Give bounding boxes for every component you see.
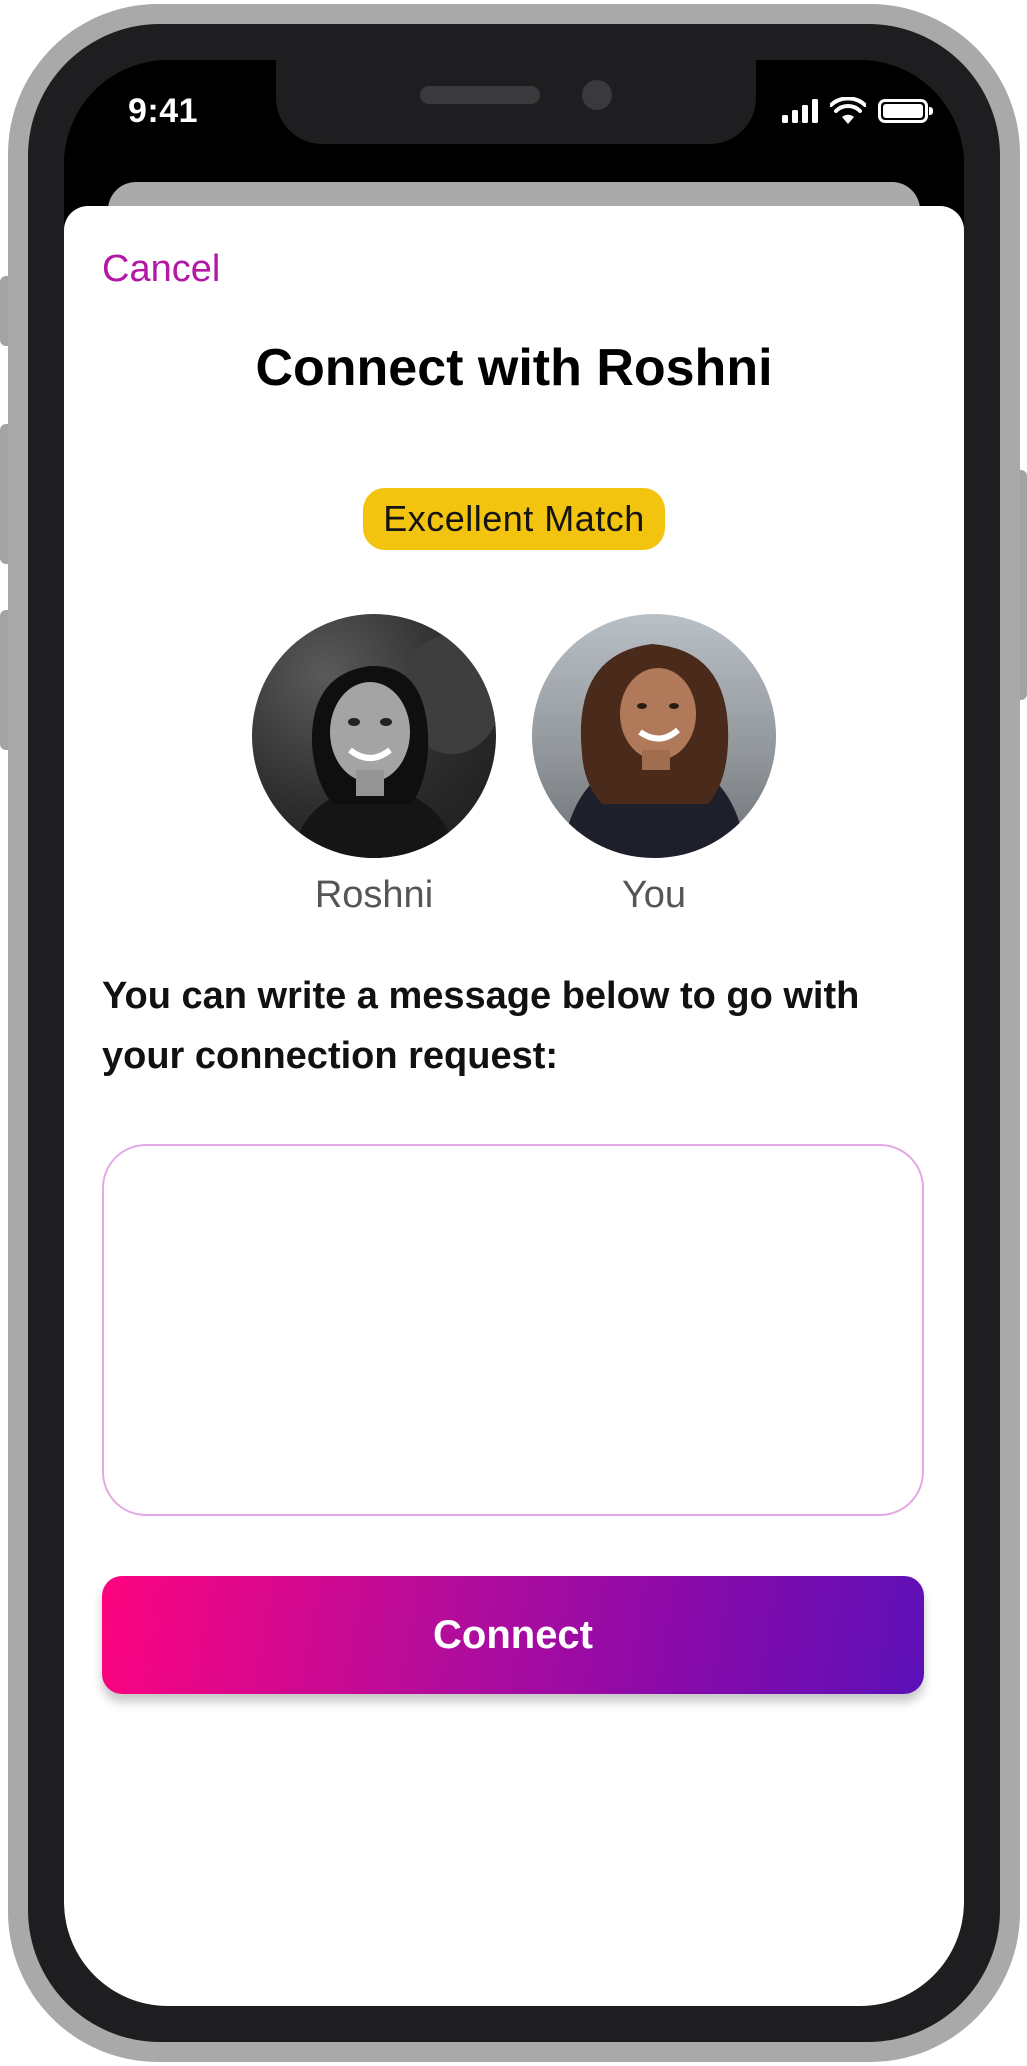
device-mockup: 9:41 Cancel Connect with Roshni Excellen… (0, 0, 1027, 2066)
front-camera (582, 80, 612, 110)
person-photo-icon (562, 644, 746, 858)
person-photo-icon (292, 634, 496, 858)
phone-body: 9:41 Cancel Connect with Roshni Excellen… (28, 24, 1000, 2042)
avatars-row: Roshni You (64, 614, 964, 917)
cancel-button[interactable]: Cancel (102, 248, 220, 291)
avatar-you (532, 614, 776, 858)
status-icons (782, 96, 933, 126)
speaker-grille (420, 86, 540, 104)
message-input[interactable] (102, 1144, 924, 1516)
page-title: Connect with Roshni (255, 339, 773, 397)
message-prompt: You can write a message below to go with… (102, 975, 860, 1077)
wifi-icon (830, 97, 866, 124)
battery-icon (878, 99, 933, 123)
avatar-roshni-group: Roshni (252, 614, 496, 917)
match-badge: Excellent Match (363, 488, 665, 550)
screen: 9:41 Cancel Connect with Roshni Excellen… (64, 60, 964, 2006)
match-badge-row: Excellent Match (64, 488, 964, 550)
connect-button[interactable]: Connect (102, 1576, 924, 1694)
phone-frame: 9:41 Cancel Connect with Roshni Excellen… (8, 4, 1020, 2062)
avatar-name: You (621, 874, 687, 916)
signal-icon (782, 99, 818, 123)
avatar-you-group: You (532, 614, 776, 917)
avatar-roshni (252, 614, 496, 858)
status-time: 9:41 (128, 92, 199, 130)
avatar-name: Roshni (314, 874, 434, 916)
notch (276, 60, 756, 144)
connect-sheet: Cancel Connect with Roshni Excellent Mat… (64, 206, 964, 2006)
